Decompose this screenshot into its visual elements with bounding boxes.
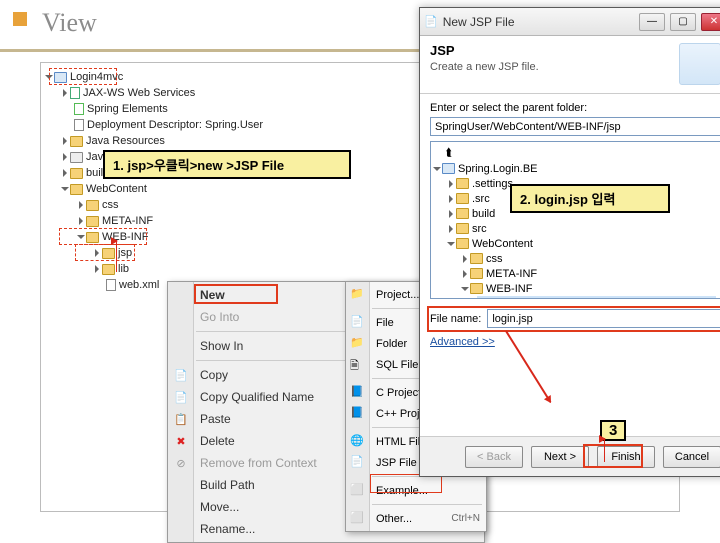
screenshot-frame: Login4mvc JAX-WS Web Services Spring Ele…: [40, 62, 680, 512]
copy-icon: 📄: [173, 367, 189, 383]
tree-item[interactable]: JAX-WS Web Services: [63, 85, 307, 101]
other-icon: ⬜: [350, 511, 366, 527]
tree-item[interactable]: META-INF: [79, 213, 307, 229]
dialog-title: New JSP File: [443, 15, 634, 29]
parent-folder-input[interactable]: [430, 117, 720, 136]
folder-icon: 📁: [350, 336, 366, 352]
dialog-heading: JSP: [430, 43, 455, 58]
callout-1: 1. jsp>우클릭>new >JSP File: [103, 150, 351, 179]
annotation-box: [427, 306, 720, 332]
delete-icon: ✖: [173, 433, 189, 449]
tree-webcontent[interactable]: WebContent: [63, 181, 307, 197]
tree-item[interactable]: css: [79, 197, 307, 213]
sql-icon: 🗎: [350, 357, 366, 373]
copy-icon: 📄: [173, 389, 189, 405]
advanced-link[interactable]: Advanced >>: [430, 336, 720, 348]
paste-icon: 📋: [173, 411, 189, 427]
remove-icon: ⊘: [173, 455, 189, 471]
cpp-icon: 📘: [350, 406, 366, 422]
annotation-box: [59, 228, 147, 245]
project-icon: 📁: [350, 287, 366, 303]
cancel-button[interactable]: Cancel: [663, 446, 720, 468]
annotation-box-jsp: [75, 244, 135, 261]
maximize-button[interactable]: ▢: [670, 13, 696, 31]
c-icon: 📘: [350, 385, 366, 401]
submenu-other[interactable]: ⬜Other...Ctrl+N: [346, 508, 486, 529]
next-button[interactable]: Next >: [531, 446, 589, 468]
html-icon: 🌐: [350, 434, 366, 450]
minimize-button[interactable]: —: [639, 13, 665, 31]
file-icon: 📄: [350, 315, 366, 331]
callout-2: 2. login.jsp 입력: [510, 184, 670, 213]
dialog-header: JSP Create a new JSP file.: [420, 36, 720, 94]
tree-item[interactable]: Spring Elements: [63, 101, 307, 117]
annotation-box: [583, 444, 643, 468]
title-marker: [13, 12, 27, 26]
tree-item[interactable]: lib: [95, 261, 307, 277]
dialog-titlebar[interactable]: 📄 New JSP File — ▢ ✕: [420, 8, 720, 36]
back-button[interactable]: < Back: [465, 446, 523, 468]
dialog-footer: < Back Next > Finish Cancel: [420, 436, 720, 476]
jsp-large-icon: [679, 43, 720, 85]
tree-item[interactable]: Deployment Descriptor: Spring.User: [63, 117, 307, 133]
jsp-icon: 📄: [424, 15, 438, 28]
parent-folder-label: Enter or select the parent folder:: [430, 102, 720, 114]
project-explorer: Login4mvc JAX-WS Web Services Spring Ele…: [47, 69, 307, 293]
close-button[interactable]: ✕: [701, 13, 720, 31]
jsp-icon: 📄: [350, 455, 366, 471]
dialog-subheading: Create a new JSP file.: [430, 61, 539, 73]
new-jsp-dialog: 📄 New JSP File — ▢ ✕ JSP Create a new JS…: [419, 7, 720, 477]
annotation-box: [194, 284, 278, 304]
example-icon: ⬜: [350, 483, 366, 499]
annotation-box: [49, 68, 117, 85]
folder-tree[interactable]: ⮬ Spring.Login.BE .settings .src build s…: [430, 141, 720, 299]
tree-item[interactable]: Java Resources: [63, 133, 307, 149]
